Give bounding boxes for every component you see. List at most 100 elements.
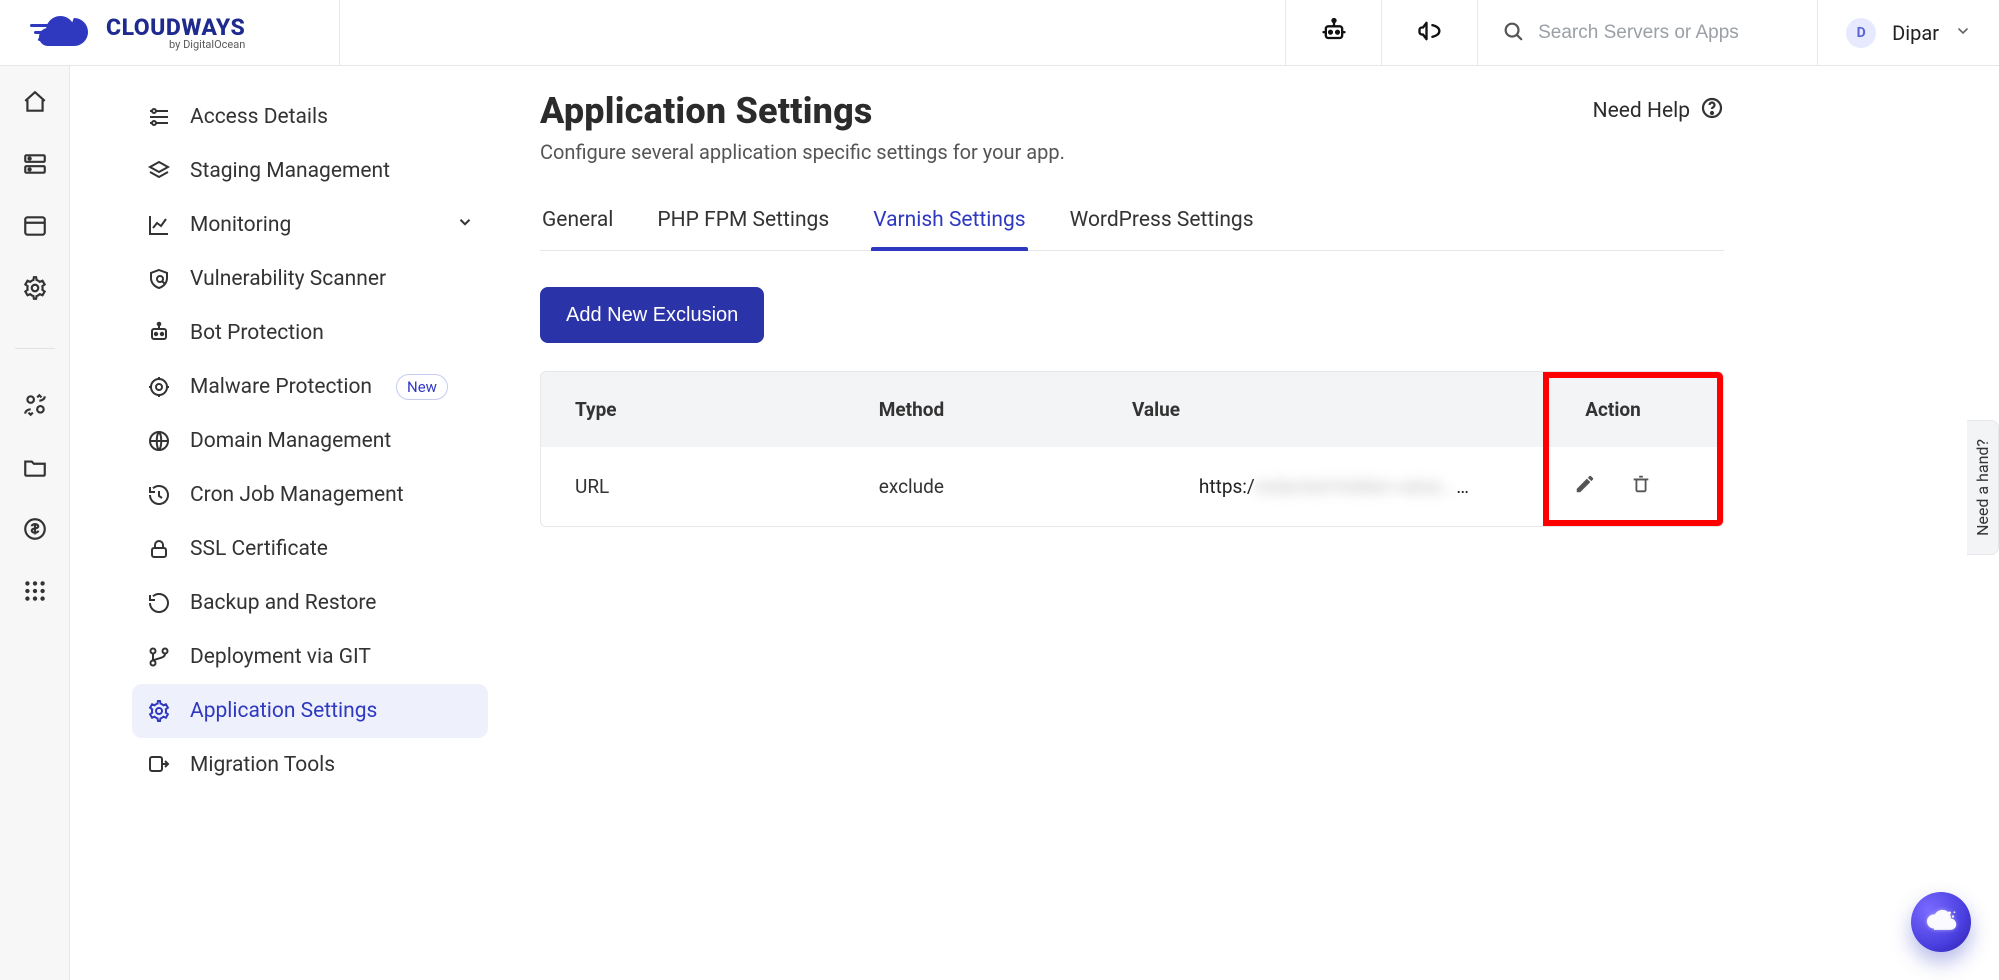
sidebar-item-bot[interactable]: Bot Protection: [132, 306, 488, 360]
rail-billing[interactable]: [21, 517, 49, 545]
layers-icon: [146, 158, 172, 184]
sidebar-item-cron[interactable]: Cron Job Management: [132, 468, 488, 522]
th-type: Type: [541, 372, 845, 447]
sidebar-item-label: Domain Management: [190, 429, 391, 453]
page-title: Application Settings: [540, 90, 873, 132]
home-icon: [22, 89, 48, 119]
gear-outline-icon: [22, 275, 48, 305]
value-hidden: redacted-hidden-value...: [1255, 475, 1457, 498]
sidebar-item-label: Deployment via GIT: [190, 645, 371, 669]
history-icon: [146, 482, 172, 508]
sidebar-item-domain[interactable]: Domain Management: [132, 414, 488, 468]
td-type: URL: [541, 447, 845, 526]
bot-header-button[interactable]: [1285, 0, 1381, 65]
need-a-hand-tab[interactable]: Need a hand?: [1967, 420, 1999, 555]
logo[interactable]: CLOUDWAYS by DigitalOcean: [0, 0, 340, 65]
announcements-button[interactable]: [1381, 0, 1477, 65]
sidebar-item-monitoring[interactable]: Monitoring: [132, 198, 488, 252]
tab-general[interactable]: General: [540, 194, 615, 250]
chevron-down-icon: [1955, 23, 1971, 43]
sidebar-item-label: Application Settings: [190, 699, 377, 723]
chat-fab[interactable]: [1911, 892, 1971, 952]
brand-logo: CLOUDWAYS by DigitalOcean: [30, 12, 245, 54]
sidebar-item-migration[interactable]: Migration Tools: [132, 738, 488, 792]
exclusions-table: Type Method Value Action URL exclude htt…: [540, 371, 1724, 527]
www-icon: [146, 428, 172, 454]
table-header: Type Method Value Action: [541, 372, 1723, 447]
sidebar-item-app-settings[interactable]: Application Settings: [132, 684, 488, 738]
tab-wordpress[interactable]: WordPress Settings: [1068, 194, 1256, 250]
sidebar-item-ssl[interactable]: SSL Certificate: [132, 522, 488, 576]
sidebar-item-staging[interactable]: Staging Management: [132, 144, 488, 198]
sidebar-item-malware[interactable]: Malware Protection New: [132, 360, 488, 414]
delete-button[interactable]: [1630, 473, 1652, 500]
gear-icon: [146, 698, 172, 724]
th-action: Action: [1503, 372, 1723, 447]
brand-subtext: by DigitalOcean: [106, 39, 245, 50]
sidebar-item-label: Migration Tools: [190, 753, 335, 777]
sidebar-item-access-details[interactable]: Access Details: [132, 90, 488, 144]
rail-divider: [15, 348, 55, 349]
value-ellipsis: …: [1456, 475, 1469, 498]
page: Access Details Staging Management Monito…: [70, 66, 1999, 980]
sidebar-item-git[interactable]: Deployment via GIT: [132, 630, 488, 684]
sidebar-item-label: Staging Management: [190, 159, 390, 183]
lock-icon: [146, 536, 172, 562]
chevron-down-icon: [456, 213, 474, 237]
tab-php-fpm[interactable]: PHP FPM Settings: [655, 194, 831, 250]
robot-icon: [1320, 17, 1348, 49]
server-icon: [22, 151, 48, 181]
folder-icon: [22, 454, 48, 484]
sidebar-item-label: SSL Certificate: [190, 537, 328, 561]
sidebar-item-label: Backup and Restore: [190, 591, 376, 615]
sidebar-item-label: Malware Protection: [190, 375, 372, 399]
rail-projects[interactable]: [21, 455, 49, 483]
main-content: Application Settings Need Help Configure…: [500, 66, 1780, 980]
edit-button[interactable]: [1574, 473, 1596, 500]
sidebar-item-vuln[interactable]: Vulnerability Scanner: [132, 252, 488, 306]
tabs: General PHP FPM Settings Varnish Setting…: [540, 194, 1724, 251]
table-row: URL exclude https:/ redacted-hidden-valu…: [541, 447, 1723, 526]
add-exclusion-button[interactable]: Add New Exclusion: [540, 287, 764, 343]
migrate-icon: [146, 752, 172, 778]
th-value: Value: [1098, 372, 1503, 447]
trash-icon: [1630, 477, 1652, 500]
people-switch-icon: [22, 392, 48, 422]
rail-apps[interactable]: [21, 214, 49, 242]
search-icon: [1502, 20, 1524, 46]
td-actions: [1503, 447, 1723, 526]
need-help[interactable]: Need Help: [1593, 96, 1724, 126]
sidebar-item-label: Access Details: [190, 105, 328, 129]
badge-new: New: [396, 374, 448, 400]
chart-icon: [146, 212, 172, 238]
search-input[interactable]: [1538, 22, 1793, 44]
rail-settings[interactable]: [21, 276, 49, 304]
pencil-icon: [1574, 477, 1596, 500]
avatar: D: [1846, 18, 1876, 48]
robot-icon: [146, 320, 172, 346]
rail-teams[interactable]: [21, 393, 49, 421]
need-help-label: Need Help: [1593, 99, 1690, 123]
td-method: exclude: [845, 447, 1098, 526]
rail-servers[interactable]: [21, 152, 49, 180]
tune-icon: [146, 104, 172, 130]
rail-grid[interactable]: [21, 579, 49, 607]
help-icon: [1700, 96, 1724, 126]
app-sidebar: Access Details Staging Management Monito…: [70, 66, 500, 980]
money-icon: [22, 516, 48, 546]
left-rail: [0, 66, 70, 980]
app-header: CLOUDWAYS by DigitalOcean D Dipar: [0, 0, 1999, 66]
page-subtitle: Configure several application specific s…: [540, 140, 1724, 164]
sidebar-item-backup[interactable]: Backup and Restore: [132, 576, 488, 630]
window-icon: [22, 213, 48, 243]
sidebar-item-label: Cron Job Management: [190, 483, 404, 507]
grid-icon: [22, 578, 48, 608]
rail-home[interactable]: [21, 90, 49, 118]
tab-varnish[interactable]: Varnish Settings: [871, 194, 1027, 250]
sidebar-item-label: Monitoring: [190, 213, 291, 237]
sidebar-item-label: Vulnerability Scanner: [190, 267, 386, 291]
user-menu[interactable]: D Dipar: [1817, 0, 1999, 65]
sidebar-item-label: Bot Protection: [190, 321, 324, 345]
th-method: Method: [845, 372, 1098, 447]
global-search[interactable]: [1477, 0, 1817, 65]
